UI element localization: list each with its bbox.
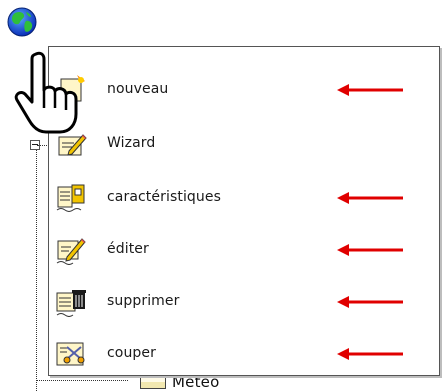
tree-branch-line xyxy=(36,380,128,381)
edit-pencil-icon xyxy=(56,238,86,265)
red-arrow-icon xyxy=(337,84,403,96)
delete-trash-icon xyxy=(56,290,86,317)
menu-item-label: supprimer xyxy=(107,293,180,309)
menu-item-label: couper xyxy=(107,345,156,361)
screenshot-stage: Meteo nouveau Wizard caractéristiques éd… xyxy=(0,0,446,391)
menu-item-label: nouveau xyxy=(107,81,169,97)
properties-icon xyxy=(56,184,85,212)
menu-item-supprimer[interactable]: supprimer xyxy=(49,279,439,325)
menu-item-couper[interactable]: couper xyxy=(49,331,439,377)
menu-item-wizard[interactable]: Wizard xyxy=(49,121,439,167)
menu-item-label: éditer xyxy=(107,241,149,257)
folder-table-icon xyxy=(140,375,166,389)
menu-item-editer[interactable]: éditer xyxy=(49,227,439,273)
context-menu: nouveau Wizard caractéristiques éditer s… xyxy=(48,46,440,376)
tree-connector-line xyxy=(36,146,37,391)
red-arrow-icon xyxy=(337,192,403,204)
hand-pointer-icon xyxy=(14,51,78,134)
red-arrow-icon xyxy=(337,296,403,308)
menu-item-caracteristiques[interactable]: caractéristiques xyxy=(49,175,439,221)
cut-scissors-icon xyxy=(56,342,85,366)
menu-item-label: caractéristiques xyxy=(107,189,221,205)
globe-icon[interactable] xyxy=(6,6,38,38)
red-arrow-icon xyxy=(337,244,403,256)
menu-item-nouveau[interactable]: nouveau xyxy=(49,67,439,113)
menu-item-label: Wizard xyxy=(107,135,156,151)
red-arrow-icon xyxy=(337,348,403,360)
